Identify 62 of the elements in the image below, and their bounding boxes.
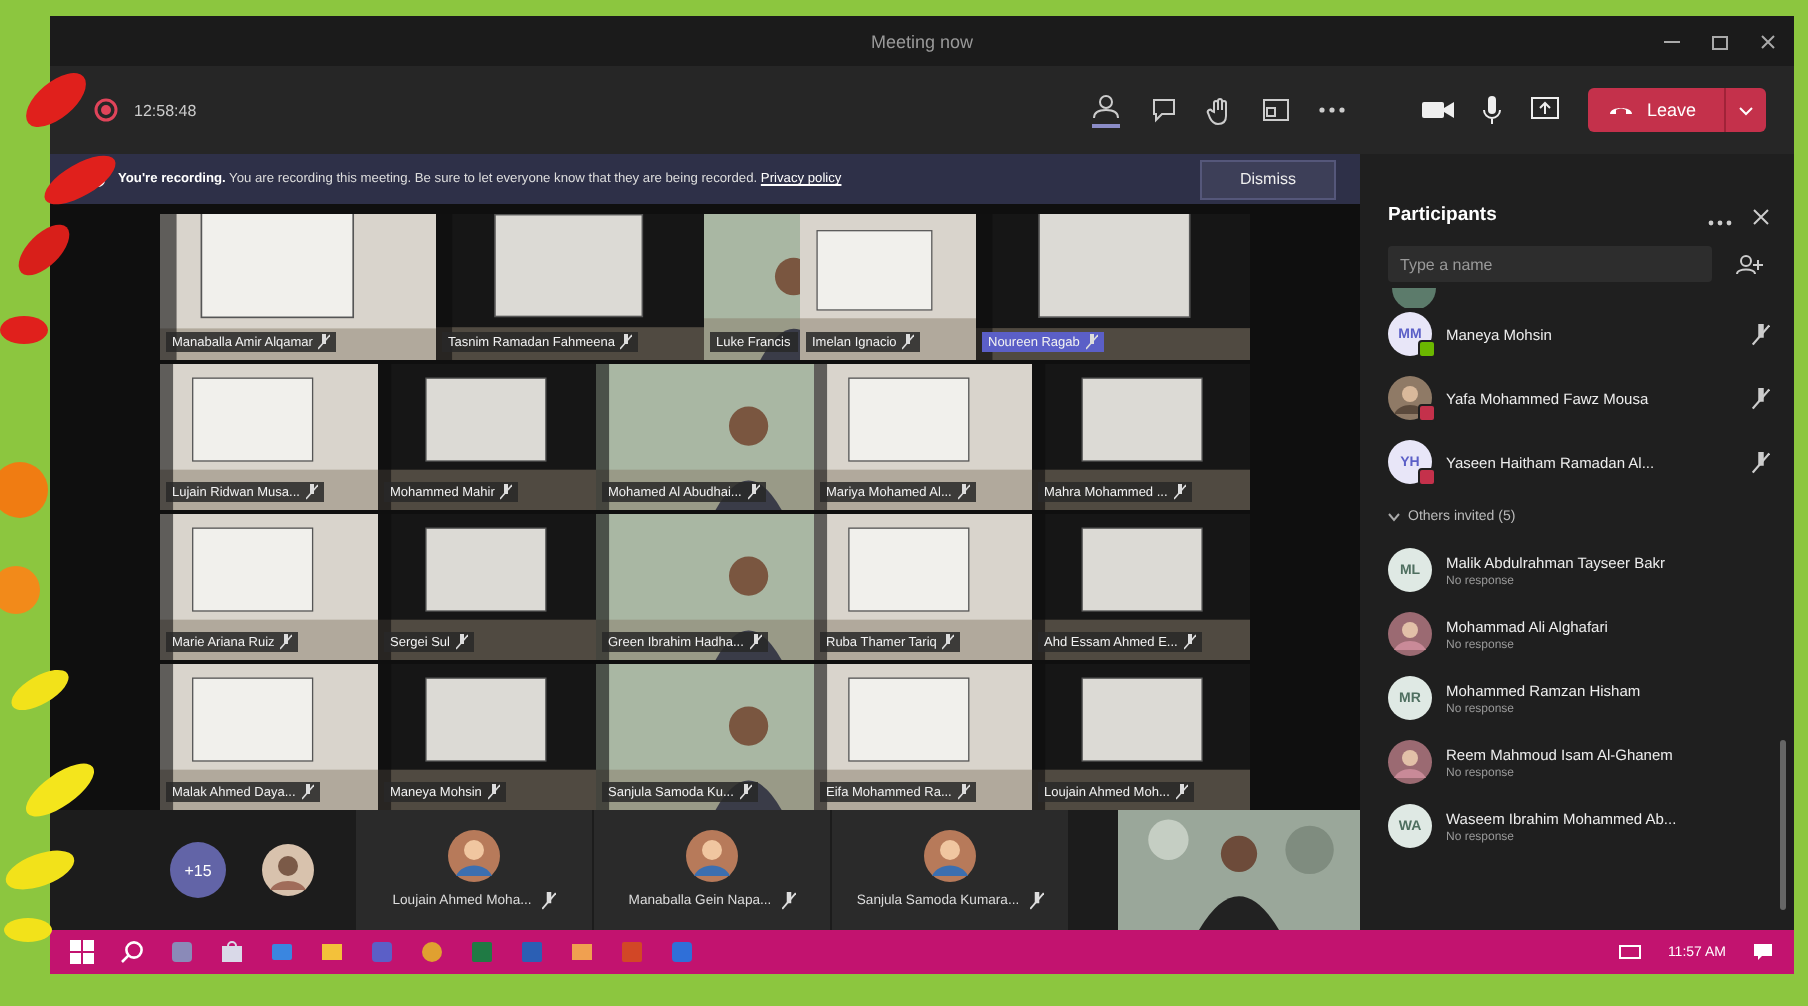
muted-mic-icon bbox=[541, 892, 556, 910]
muted-mic-icon bbox=[1175, 784, 1188, 800]
search-icon[interactable] bbox=[120, 940, 144, 964]
network-icon bbox=[1617, 942, 1642, 962]
camera-icon[interactable] bbox=[1422, 100, 1455, 120]
leave-button[interactable]: Leave bbox=[1588, 88, 1766, 132]
muted-mic-icon bbox=[456, 634, 468, 650]
avatar-icon bbox=[686, 830, 738, 882]
muted-mic-icon bbox=[280, 634, 293, 650]
store-icon[interactable] bbox=[220, 940, 244, 964]
people-icon[interactable] bbox=[1090, 92, 1123, 128]
avatar-icon bbox=[1388, 612, 1432, 656]
muted-mic-icon bbox=[1173, 484, 1186, 500]
avatar-icon bbox=[924, 830, 976, 882]
muted-mic-icon bbox=[942, 634, 955, 650]
folder-icon[interactable] bbox=[320, 940, 344, 964]
muted-mic-icon bbox=[305, 484, 318, 500]
scrollbar[interactable] bbox=[1780, 740, 1786, 910]
muted-mic-icon bbox=[781, 892, 796, 910]
panel-title: Participants bbox=[1388, 204, 1499, 226]
chat-icon[interactable] bbox=[1150, 96, 1179, 124]
close-icon[interactable] bbox=[1752, 208, 1770, 226]
collapse-icon[interactable] bbox=[1388, 511, 1400, 521]
muted-mic-icon bbox=[747, 484, 760, 500]
dismiss-button[interactable]: Dismiss bbox=[1200, 159, 1336, 199]
muted-mic-icon bbox=[487, 784, 500, 800]
restore-icon[interactable] bbox=[1710, 31, 1730, 51]
muted-mic-icon bbox=[749, 634, 762, 650]
avatar-icon bbox=[448, 830, 500, 882]
muted-mic-icon bbox=[957, 784, 970, 800]
close-icon[interactable] bbox=[1758, 31, 1778, 51]
muted-mic-icon bbox=[318, 334, 331, 350]
muted-mic-icon bbox=[1752, 451, 1770, 473]
add-people-icon[interactable] bbox=[1736, 253, 1764, 275]
window-title: Meeting now bbox=[868, 31, 976, 51]
record-icon bbox=[94, 98, 118, 122]
more-icon[interactable] bbox=[1708, 220, 1732, 226]
muted-mic-icon bbox=[1752, 323, 1770, 345]
muted-mic-icon bbox=[1183, 634, 1196, 650]
start-icon[interactable] bbox=[70, 940, 94, 964]
muted-mic-icon bbox=[500, 484, 513, 500]
muted-mic-icon bbox=[957, 484, 970, 500]
muted-mic-icon bbox=[1752, 387, 1770, 409]
phone-icon bbox=[1608, 104, 1635, 116]
search-field[interactable]: Type a name bbox=[1388, 246, 1712, 282]
avatar-icon bbox=[1392, 288, 1436, 308]
muted-mic-icon bbox=[1029, 892, 1044, 910]
avatar-icon bbox=[1388, 740, 1432, 784]
more-icon[interactable] bbox=[1318, 106, 1347, 114]
folder-icon[interactable] bbox=[570, 940, 594, 964]
caret-icon bbox=[1738, 105, 1754, 115]
microphone-icon[interactable] bbox=[1482, 95, 1503, 125]
notification-icon[interactable] bbox=[1752, 942, 1774, 962]
avatar-icon bbox=[262, 844, 314, 896]
muted-mic-icon bbox=[301, 784, 314, 800]
muted-mic-icon bbox=[739, 784, 752, 800]
browser-icon[interactable] bbox=[420, 940, 444, 964]
share-icon[interactable] bbox=[1530, 96, 1561, 124]
meeting-timer: 12:58:48 bbox=[134, 101, 197, 119]
muted-mic-icon bbox=[1085, 334, 1098, 350]
overflow-count[interactable]: +15 bbox=[170, 842, 226, 898]
rooms-icon[interactable] bbox=[1262, 98, 1291, 122]
